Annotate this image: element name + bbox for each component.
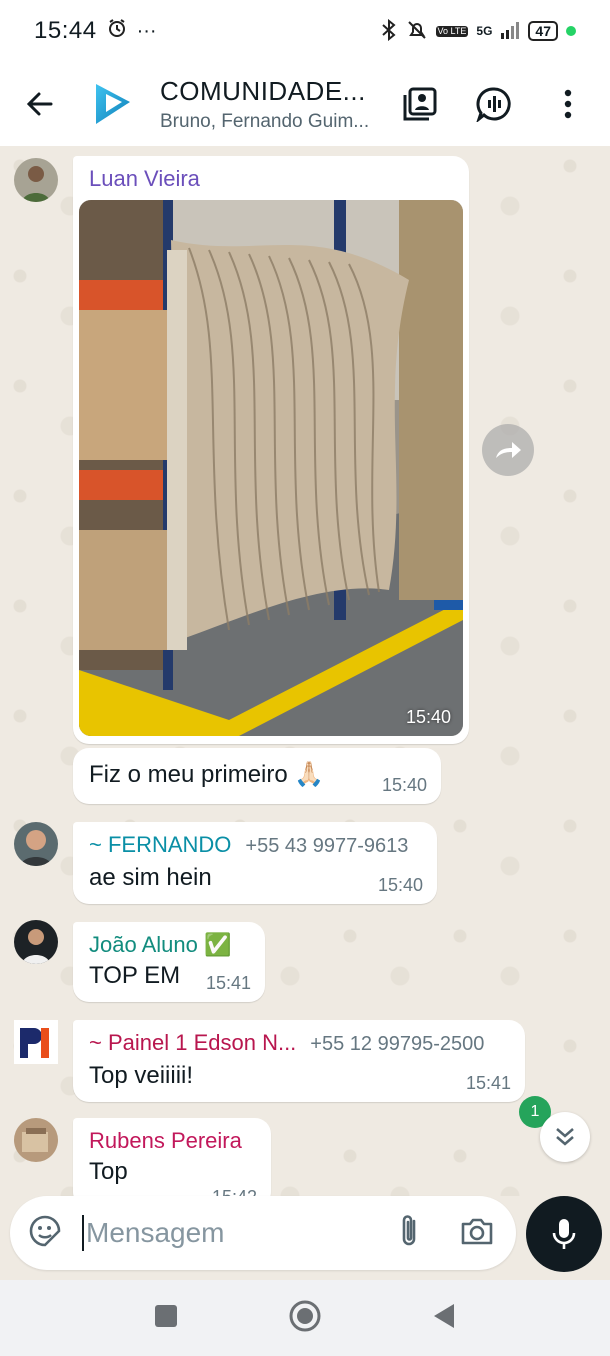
status-bar: 15:44 ··· Vo LTE 5G 47 (0, 0, 610, 62)
avatar-luan-vieira[interactable] (14, 158, 58, 202)
message-time: 15:41 (465, 1073, 511, 1093)
double-chevron-down-icon (556, 1128, 574, 1146)
home-circle-icon (289, 1300, 321, 1331)
message-bubble[interactable]: ~ Painel 1 Edson N... +55 12 99795-2500 T… (73, 1020, 525, 1102)
back-arrow-icon (26, 92, 53, 116)
avatar-fernando[interactable] (14, 822, 58, 866)
message-text: Top (89, 1158, 128, 1185)
sticker-button[interactable] (28, 1214, 62, 1253)
privacy-indicator-dot (566, 26, 576, 36)
recents-button[interactable] (154, 1304, 178, 1333)
avatar-rubens-pereira[interactable] (14, 1118, 58, 1162)
alarm-icon (107, 17, 127, 45)
mute-bell-icon (406, 19, 428, 44)
network-label: 5G (476, 24, 493, 38)
message-bubble[interactable]: ~ FERNANDO +55 43 9977-9613 ae sim hein 1… (73, 822, 437, 904)
forward-icon (496, 442, 521, 458)
message-text: Top veiiiii! (89, 1062, 194, 1089)
text-caret (82, 1215, 84, 1251)
sender-name: Rubens Pereira (89, 1128, 242, 1153)
sender-phone: +55 12 99795-2500 (310, 1033, 485, 1055)
message-time: 15:42 (212, 1187, 257, 1196)
message-bubble[interactable]: João Aluno ✅ TOP EM 15:41 (73, 922, 265, 1002)
gallery-button[interactable] (398, 82, 442, 126)
forward-button[interactable] (482, 424, 534, 476)
bluetooth-icon (380, 18, 398, 44)
volte-badge: Vo LTE (435, 25, 469, 37)
camera-button[interactable] (460, 1216, 494, 1251)
message-bubble[interactable]: Fiz o meu primeiro 🙏🏻 15:40 (73, 748, 441, 804)
message-image-bubble[interactable]: Luan Vieira 15:40 (73, 156, 469, 744)
home-button[interactable] (288, 1299, 322, 1338)
chat-title-block[interactable]: COMUNIDADE... Bruno, Fernando Guim... (160, 76, 390, 133)
more-vert-icon (564, 89, 572, 119)
composer (0, 1196, 610, 1280)
sender-name: ~ FERNANDO +55 43 9977-9613 (89, 832, 437, 858)
camera-icon (461, 1218, 493, 1244)
status-time: 15:44 (34, 17, 97, 44)
sender-name-text: ~ Painel 1 Edson N... (89, 1030, 297, 1055)
signal-icon (500, 21, 520, 42)
status-more-text: ··· (136, 19, 157, 42)
group-members: Bruno, Fernando Guim... (160, 110, 370, 132)
scroll-to-bottom-button[interactable] (540, 1112, 590, 1162)
message-time: 15:40 (381, 775, 427, 795)
system-nav-bar (0, 1280, 610, 1356)
message-input-pill (10, 1196, 516, 1270)
back-nav-button[interactable] (432, 1302, 456, 1335)
message-input[interactable] (86, 1217, 366, 1249)
message-bubble[interactable]: Rubens Pereira Top 15:42 (73, 1118, 271, 1196)
chat-header: COMUNIDADE... Bruno, Fernando Guim... (0, 62, 610, 146)
sender-name-text: ~ FERNANDO (89, 832, 232, 857)
microphone-icon (552, 1219, 576, 1249)
battery-level: 47 (528, 21, 558, 41)
voice-chat-button[interactable] (472, 82, 516, 126)
back-triangle-icon (434, 1303, 454, 1328)
sender-name: ~ Painel 1 Edson N... +55 12 99795-2500 (89, 1030, 525, 1056)
message-list[interactable]: Luan Vieira 15:40 Fiz o meu primeiro 🙏🏻 … (0, 146, 610, 1196)
message-photo[interactable]: 15:40 (79, 200, 463, 736)
back-button[interactable] (16, 80, 64, 128)
gallery-icon (403, 87, 437, 121)
message-time: 15:40 (377, 875, 423, 895)
avatar-joao-aluno[interactable] (14, 920, 58, 964)
attach-button[interactable] (396, 1213, 422, 1254)
voice-chat-icon (476, 87, 511, 122)
avatar-painel-edson[interactable] (14, 1020, 58, 1064)
more-options-button[interactable] (546, 82, 590, 126)
message-time: 15:41 (205, 973, 251, 993)
group-title: COMUNIDADE... (160, 75, 366, 106)
recents-square-icon (155, 1304, 177, 1327)
paperclip-icon (402, 1214, 416, 1245)
sender-name: João Aluno ✅ (89, 932, 232, 957)
voice-record-button[interactable] (526, 1196, 602, 1272)
group-avatar[interactable] (90, 80, 138, 128)
sender-name: Luan Vieira (89, 166, 200, 191)
sender-phone: +55 43 9977-9613 (245, 835, 409, 857)
sticker-icon (29, 1215, 61, 1246)
message-time: 15:40 (405, 707, 451, 727)
